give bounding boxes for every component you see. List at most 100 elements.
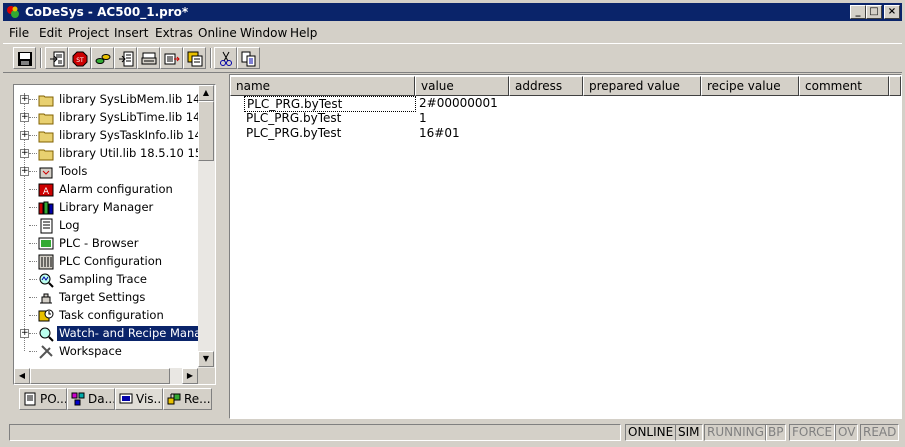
scroll-down-button[interactable]: ▼: [198, 351, 214, 367]
tree-item[interactable]: Log: [14, 217, 198, 235]
menu-insert[interactable]: Insert: [114, 26, 148, 40]
tab-pous[interactable]: PO...: [19, 388, 67, 410]
expand-toggle[interactable]: +: [20, 167, 29, 176]
tree-item[interactable]: Sampling Trace: [14, 271, 198, 289]
watch-column-headers: name value address prepared value recipe…: [230, 76, 901, 96]
run-button[interactable]: [91, 47, 114, 69]
tree-item[interactable]: A Alarm configuration: [14, 181, 198, 199]
trace-icon: [39, 273, 54, 288]
scroll-thumb[interactable]: [30, 368, 170, 384]
menu-edit[interactable]: Edit: [39, 26, 62, 40]
tree-item[interactable]: PLC - Browser: [14, 235, 198, 253]
browser-icon: [38, 237, 54, 250]
tree-item[interactable]: Target Settings: [14, 289, 198, 307]
tree-item-label: Tools: [59, 164, 88, 178]
step-button[interactable]: [114, 47, 137, 69]
scroll-right-button[interactable]: ▶: [182, 368, 198, 384]
log-icon: [40, 218, 53, 234]
scroll-left-button[interactable]: ◀: [14, 368, 30, 384]
maximize-button[interactable]: □: [866, 5, 882, 19]
scroll-thumb[interactable]: [198, 101, 214, 161]
column-header-value[interactable]: value: [415, 76, 509, 96]
watch-variable-name[interactable]: PLC_PRG.byTest: [244, 111, 416, 125]
replace-button[interactable]: [183, 47, 206, 69]
codesys-window: CoDeSys - AC500_1.pro* _ □ × File Edit P…: [0, 0, 905, 447]
tree-item[interactable]: Task configuration: [14, 307, 198, 325]
tree-horizontal-scrollbar[interactable]: ◀ ▶: [14, 368, 198, 384]
stop-button[interactable]: ST: [68, 47, 91, 69]
window-title: CoDeSys - AC500_1.pro*: [25, 5, 189, 19]
minimize-button[interactable]: _: [850, 5, 866, 19]
tree-connector: [29, 171, 37, 172]
tree-connector: [29, 207, 37, 208]
copy-button[interactable]: [237, 47, 260, 69]
tree-connector: [29, 279, 37, 280]
watch-variable-name[interactable]: PLC_PRG.byTest: [244, 96, 416, 112]
tree-item[interactable]: Library Manager: [14, 199, 198, 217]
expand-toggle[interactable]: +: [20, 329, 29, 338]
save-button[interactable]: [13, 47, 36, 69]
watch-variable-value[interactable]: 2#00000001: [419, 96, 498, 110]
resources-icon: [167, 393, 181, 405]
watch-recipe-panel: name value address prepared value recipe…: [229, 74, 902, 419]
watch-variable-value[interactable]: 16#01: [419, 126, 460, 140]
run-icon: [95, 54, 111, 64]
column-header-name[interactable]: name: [230, 76, 415, 96]
column-header-recipe-value[interactable]: recipe value: [701, 76, 799, 96]
tree-item-label: Alarm configuration: [59, 182, 173, 196]
project-tree[interactable]: + library SysLibMem.lib 14.4.10 + library S…: [14, 85, 198, 368]
column-header-prepared-value[interactable]: prepared value: [583, 76, 701, 96]
tree-item[interactable]: + library SysLibMem.lib 14.4.10: [14, 91, 198, 109]
pou-icon: [24, 392, 36, 406]
tab-visualizations[interactable]: Vis...: [115, 388, 163, 410]
tab-resources[interactable]: Re...: [163, 388, 212, 410]
watch-icon: [39, 327, 54, 342]
login-button[interactable]: [45, 47, 68, 69]
menu-project[interactable]: Project: [68, 26, 109, 40]
tree-item[interactable]: + Tools: [14, 163, 198, 181]
expand-toggle[interactable]: +: [20, 149, 29, 158]
menu-file[interactable]: File: [9, 26, 29, 40]
login-icon: [50, 51, 65, 67]
column-header-filler: [889, 76, 901, 96]
title-bar[interactable]: CoDeSys - AC500_1.pro* _ □ ×: [3, 3, 902, 21]
menu-window[interactable]: Window: [240, 26, 287, 40]
watch-variable-name[interactable]: PLC_PRG.byTest: [244, 126, 416, 140]
build-button[interactable]: [160, 47, 183, 69]
copy-icon: [241, 51, 256, 67]
column-header-address[interactable]: address: [509, 76, 583, 96]
expand-toggle[interactable]: +: [20, 95, 29, 104]
expand-toggle[interactable]: +: [20, 131, 29, 140]
column-header-comment[interactable]: comment: [799, 76, 889, 96]
menu-extras[interactable]: Extras: [155, 26, 193, 40]
tree-connector: [29, 99, 37, 100]
cut-button[interactable]: [214, 47, 237, 69]
tree-item[interactable]: + library Util.lib 18.5.10 15:14:28: [14, 145, 198, 163]
tree-connector: [29, 297, 37, 298]
workspace-icon: [39, 345, 53, 359]
task-icon: [38, 309, 54, 322]
close-button[interactable]: ×: [884, 5, 900, 19]
tree-item[interactable]: Workspace: [14, 343, 198, 361]
watch-variable-value[interactable]: 1: [419, 111, 427, 125]
folder-icon: [38, 131, 54, 143]
menu-online[interactable]: Online: [198, 26, 237, 40]
status-sim: SIM: [675, 424, 703, 441]
compile-button[interactable]: [137, 47, 160, 69]
plc-config-icon: [38, 254, 54, 270]
folder-icon: [38, 113, 54, 125]
tree-vertical-scrollbar[interactable]: ▲ ▼: [198, 85, 215, 368]
tree-item-label: Sampling Trace: [59, 272, 147, 286]
tab-data-types[interactable]: Da...: [67, 388, 115, 410]
scroll-up-button[interactable]: ▲: [198, 85, 214, 101]
tree-connector: [29, 315, 37, 316]
tree-item[interactable]: + Watch- and Recipe Manager: [14, 325, 198, 343]
codesys-app-icon[interactable]: [6, 5, 20, 19]
tree-item[interactable]: + library SysLibTime.lib 14.4.10: [14, 109, 198, 127]
tree-connector: [29, 153, 37, 154]
folder-icon: [38, 95, 54, 107]
menu-help[interactable]: Help: [290, 26, 317, 40]
tree-item[interactable]: PLC Configuration: [14, 253, 198, 271]
expand-toggle[interactable]: +: [20, 113, 29, 122]
tree-item[interactable]: + library SysTaskInfo.lib 14.4.10: [14, 127, 198, 145]
